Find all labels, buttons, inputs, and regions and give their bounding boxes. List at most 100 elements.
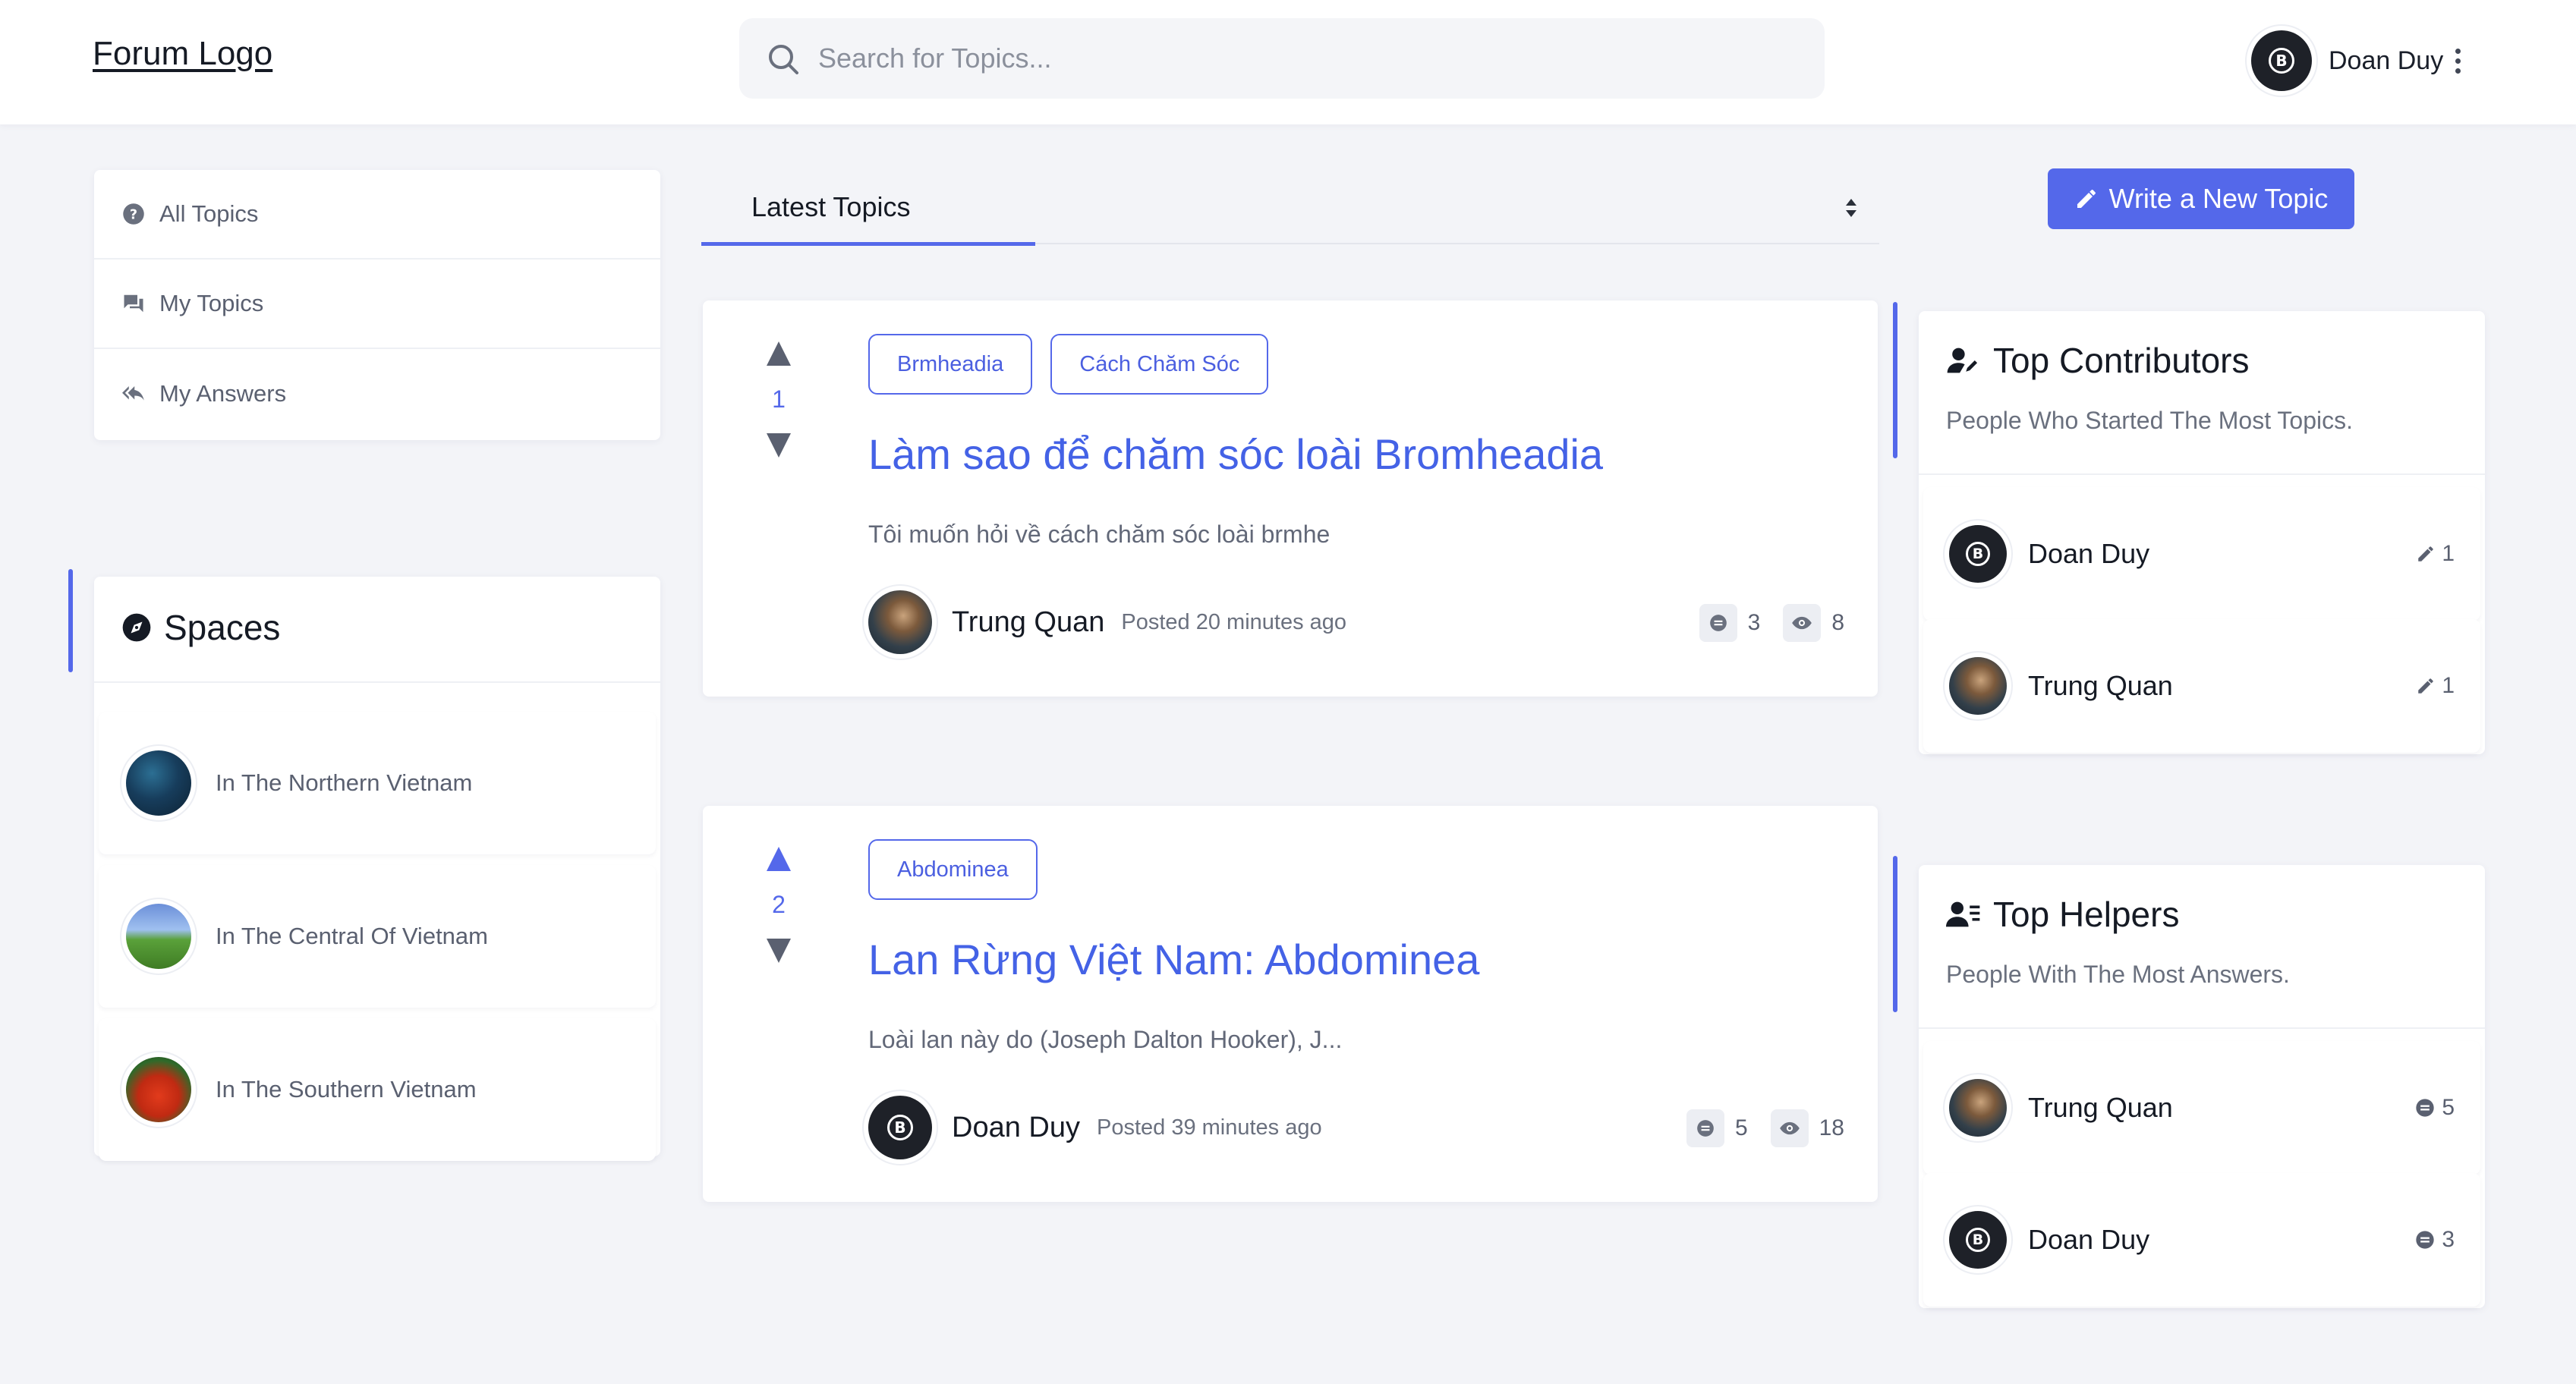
nav-item-my-topics[interactable]: My Topics — [94, 260, 660, 349]
topic-card: 2 Abdominea Lan Rừng Việt Nam: Abdominea… — [703, 806, 1878, 1202]
topic-tags: Brmheadia Cách Chăm Sóc — [868, 334, 1269, 395]
eye-icon — [1770, 1109, 1809, 1147]
avatar[interactable]: B — [868, 1096, 932, 1159]
user-menu[interactable]: B Doan Duy — [2251, 23, 2461, 99]
contributors-subtitle: People Who Started The Most Topics. — [1946, 407, 2353, 434]
contributor-item[interactable]: B Doan Duy 1 — [1923, 487, 2480, 621]
tab-latest-topics[interactable]: Latest Topics — [701, 179, 1035, 246]
spaces-header: Spaces — [121, 607, 280, 648]
search-input[interactable] — [818, 32, 1790, 85]
pencil-icon — [2418, 678, 2434, 694]
space-item-northern[interactable]: In The Northern Vietnam — [99, 712, 656, 854]
vote-count: 1 — [772, 385, 786, 413]
comment-value: 5 — [1734, 1115, 1748, 1140]
search-bar — [739, 18, 1825, 99]
topic-title[interactable]: Làm sao để chăm sóc loài Bromheadia — [868, 429, 1603, 479]
comment-icon — [1686, 1109, 1724, 1147]
comment-value: 3 — [1747, 610, 1761, 635]
reply-all-icon — [121, 382, 146, 406]
tag[interactable]: Cách Chăm Sóc — [1050, 334, 1269, 395]
space-name: In The Central Of Vietnam — [216, 923, 488, 949]
downvote-icon[interactable] — [764, 430, 794, 461]
user-list-icon — [1946, 901, 1980, 927]
answer-count: 5 — [2414, 1095, 2455, 1121]
tab-label: Latest Topics — [751, 191, 911, 222]
topic-count: 1 — [2416, 541, 2455, 567]
view-value: 18 — [1819, 1115, 1844, 1140]
spaces-accent-bar — [68, 569, 73, 672]
sort-arrows-icon[interactable] — [1841, 193, 1861, 223]
comment-count: 3 — [1699, 604, 1761, 642]
helpers-subtitle: People With The Most Answers. — [1946, 961, 2290, 988]
helpers-title: Top Helpers — [1993, 895, 2180, 934]
view-value: 8 — [1831, 610, 1844, 635]
nav-item-my-answers[interactable]: My Answers — [94, 349, 660, 439]
space-thumbnail — [126, 1057, 191, 1122]
avatar: B — [1949, 1211, 2007, 1269]
upvote-icon[interactable] — [764, 844, 794, 874]
posted-time: Posted 39 minutes ago — [1096, 1115, 1322, 1140]
topic-title[interactable]: Lan Rừng Việt Nam: Abdominea — [868, 935, 1479, 984]
contributors-header: Top Contributors — [1946, 340, 2250, 381]
topic-card: 1 Brmheadia Cách Chăm Sóc Làm sao để chă… — [703, 300, 1878, 697]
svg-text:?: ? — [130, 207, 137, 222]
topic-count: 1 — [2416, 673, 2455, 699]
search-icon — [769, 45, 798, 74]
space-thumbnail — [126, 750, 191, 816]
comment-icon — [2416, 1231, 2434, 1249]
contributors-accent-bar — [1893, 302, 1897, 458]
downvote-icon[interactable] — [764, 936, 794, 966]
eye-icon — [1783, 604, 1822, 642]
space-item-central[interactable]: In The Central Of Vietnam — [99, 865, 656, 1008]
write-new-topic-button[interactable]: Write a New Topic — [2048, 168, 2354, 229]
author-name[interactable]: Doan Duy — [952, 1112, 1080, 1144]
space-name: In The Northern Vietnam — [216, 769, 473, 796]
author-name[interactable]: Trung Quan — [952, 606, 1104, 639]
top-header: Forum Logo B Doan Duy — [0, 0, 2576, 124]
topic-author: B Doan Duy Posted 39 minutes ago — [868, 1096, 1322, 1159]
nav-item-all-topics[interactable]: ? All Topics — [94, 170, 660, 260]
view-count: 8 — [1783, 604, 1844, 642]
avatar: B — [2251, 30, 2312, 91]
helper-item[interactable]: B Doan Duy 3 — [1923, 1173, 2480, 1307]
comment-count: 5 — [1686, 1109, 1748, 1147]
topic-excerpt: Loài lan này do (Joseph Dalton Hooker), … — [868, 1026, 1343, 1053]
helpers-accent-bar — [1893, 856, 1897, 1012]
helpers-header: Top Helpers — [1946, 894, 2179, 935]
space-thumbnail — [126, 904, 191, 969]
helper-item[interactable]: Trung Quan 5 — [1923, 1041, 2480, 1175]
more-options-icon[interactable] — [2455, 48, 2461, 74]
comment-icon — [2416, 1099, 2434, 1117]
view-count: 18 — [1770, 1109, 1844, 1147]
topic-tags: Abdominea — [868, 839, 1038, 900]
avatar — [1949, 1079, 2007, 1137]
tag[interactable]: Brmheadia — [868, 334, 1033, 395]
count-value: 5 — [2442, 1095, 2455, 1120]
topic-stats: 5 18 — [1664, 1109, 1844, 1147]
helper-name: Trung Quan — [2028, 1092, 2173, 1123]
contributor-item[interactable]: Trung Quan 1 — [1923, 619, 2480, 753]
topic-filter-nav: ? All Topics My Topics My Answers — [94, 170, 660, 440]
forum-logo[interactable]: Forum Logo — [93, 35, 272, 73]
divider — [1919, 1027, 2485, 1029]
avatar[interactable] — [868, 590, 932, 654]
tag[interactable]: Abdominea — [868, 839, 1038, 900]
vote-widget: 1 — [757, 338, 800, 461]
vote-count: 2 — [772, 891, 786, 918]
question-circle-icon: ? — [121, 202, 146, 226]
compass-icon — [122, 613, 151, 642]
user-name: Doan Duy — [2329, 46, 2444, 75]
space-item-southern[interactable]: In The Southern Vietnam — [99, 1018, 656, 1161]
pencil-icon — [2418, 546, 2434, 561]
topic-stats: 3 8 — [1677, 604, 1844, 642]
upvote-icon[interactable] — [764, 338, 794, 369]
nav-label: My Answers — [159, 380, 287, 407]
avatar: B — [1949, 525, 2007, 583]
nav-label: All Topics — [159, 200, 259, 227]
spaces-title: Spaces — [164, 608, 281, 647]
comment-icon — [1699, 604, 1737, 642]
user-edit-icon — [1947, 348, 1978, 373]
count-value: 1 — [2442, 541, 2455, 566]
helper-name: Doan Duy — [2028, 1224, 2150, 1255]
contributor-name: Doan Duy — [2028, 538, 2150, 569]
